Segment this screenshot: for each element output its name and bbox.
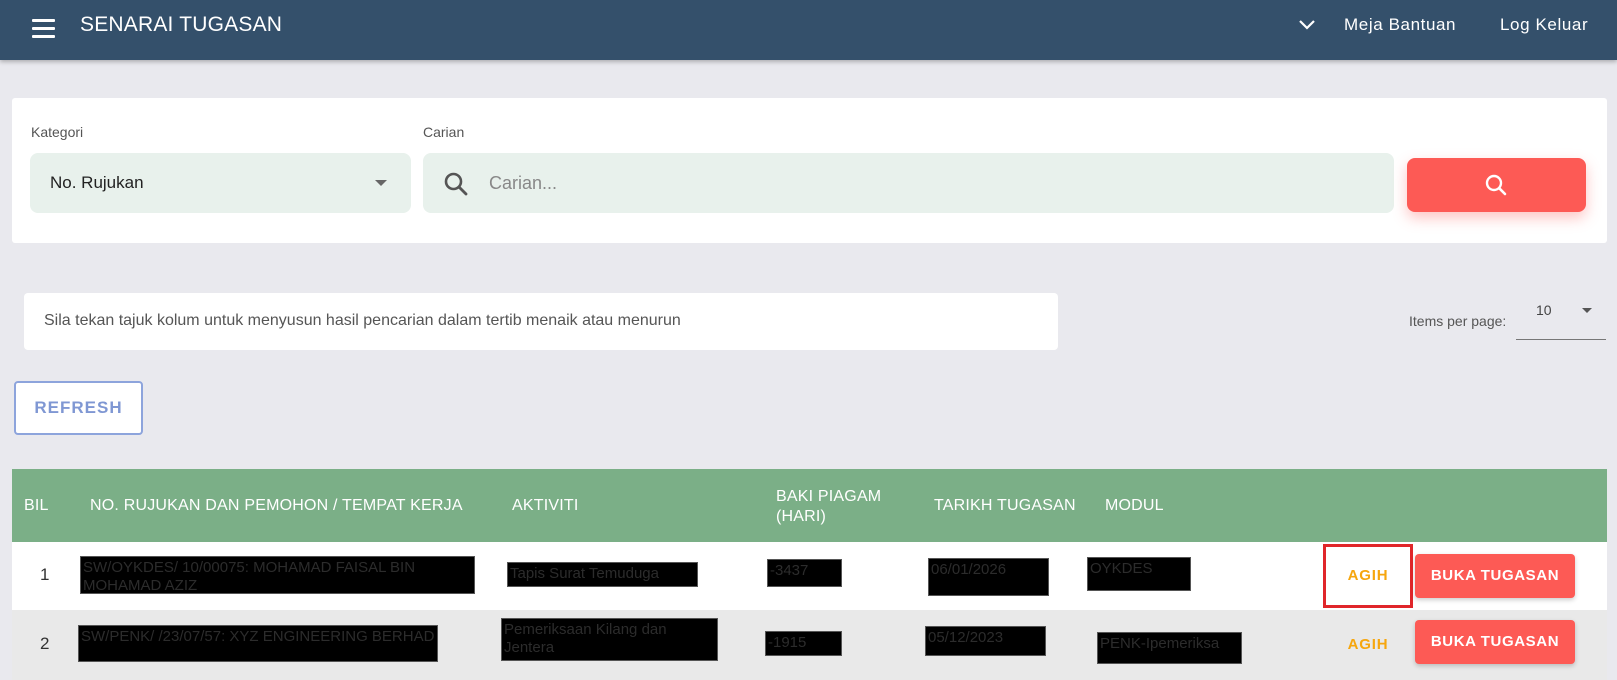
buka-tugasan-button[interactable]: BUKA TUGASAN [1415,620,1575,664]
modul-cell-redacted: PENK-Ipemeriksa [1097,632,1242,664]
help-desk-link[interactable]: Meja Bantuan [1344,15,1456,35]
baki-cell-redacted: -1915 [765,631,842,656]
agih-button[interactable]: AGIH [1334,634,1402,656]
sort-hint-text: Sila tekan tajuk kolum untuk menyusun ha… [44,312,681,329]
search-input[interactable] [489,163,1369,203]
sort-hint-box: Sila tekan tajuk kolum untuk menyusun ha… [24,293,1058,350]
column-header-rujukan[interactable]: NO. RUJUKAN DAN PEMOHON / TEMPAT KERJA [90,497,463,515]
search-icon [444,172,468,196]
tarikh-cell-redacted: 06/01/2026 [928,558,1049,596]
column-header-baki-line1: BAKI PIAGAM [776,488,882,505]
refresh-button[interactable]: REFRESH [14,381,143,435]
column-header-bil[interactable]: BIL [24,497,49,515]
chevron-down-icon[interactable] [1296,14,1318,36]
modul-cell-redacted: OYKDES [1087,557,1191,591]
row-number: 1 [40,565,50,584]
rujukan-cell-redacted: SW/OYKDES/ 10/00075: MOHAMAD FAISAL BIN … [80,556,475,594]
table-header: BIL NO. RUJUKAN DAN PEMOHON / TEMPAT KER… [12,469,1607,542]
buka-tugasan-button[interactable]: BUKA TUGASAN [1415,554,1575,598]
logout-link[interactable]: Log Keluar [1500,15,1588,35]
table-row: 1 SW/OYKDES/ 10/00075: MOHAMAD FAISAL BI… [12,542,1607,610]
hamburger-menu-icon[interactable] [30,15,58,43]
items-per-page-value: 10 [1536,302,1552,318]
search-icon [1485,174,1507,196]
items-per-page-label: Items per page: [1409,313,1507,329]
page-title: SENARAI TUGASAN [80,13,283,36]
search-label: Carian [423,124,465,140]
column-header-tarikh[interactable]: TARIKH TUGASAN [934,497,1076,515]
agih-button[interactable]: AGIH [1323,544,1413,608]
category-label: Kategori [31,124,84,140]
top-app-bar: SENARAI TUGASAN Meja Bantuan Log Keluar [0,0,1617,60]
column-header-modul[interactable]: MODUL [1105,497,1164,515]
rujukan-cell-redacted: SW/PENK/ /23/07/57: XYZ ENGINEERING BERH… [78,625,438,662]
aktiviti-cell-redacted: Pemeriksaan Kilang dan Jentera [501,618,718,661]
search-field [423,153,1394,213]
column-header-baki-line2: (HARI) [776,508,827,525]
column-header-baki-piagam[interactable]: BAKI PIAGAM (HARI) [776,487,881,527]
search-card: Kategori Carian No. Rujukan [12,98,1607,243]
task-table: BIL NO. RUJUKAN DAN PEMOHON / TEMPAT KER… [12,469,1607,680]
category-selected-value: No. Rujukan [50,173,144,192]
baki-cell-redacted: -3437 [767,559,842,587]
column-header-aktiviti[interactable]: AKTIVITI [512,497,579,515]
aktiviti-cell-redacted: Tapis Surat Temuduga [507,562,698,587]
items-per-page-select[interactable]: 10 [1516,296,1606,340]
row-number: 2 [40,634,50,653]
dropdown-arrow-icon [1582,308,1592,313]
dropdown-arrow-icon [375,180,387,186]
category-select[interactable]: No. Rujukan [30,153,411,213]
table-row: 2 SW/PENK/ /23/07/57: XYZ ENGINEERING BE… [12,610,1607,680]
tarikh-cell-redacted: 05/12/2023 [925,626,1046,656]
search-button[interactable] [1407,158,1586,212]
